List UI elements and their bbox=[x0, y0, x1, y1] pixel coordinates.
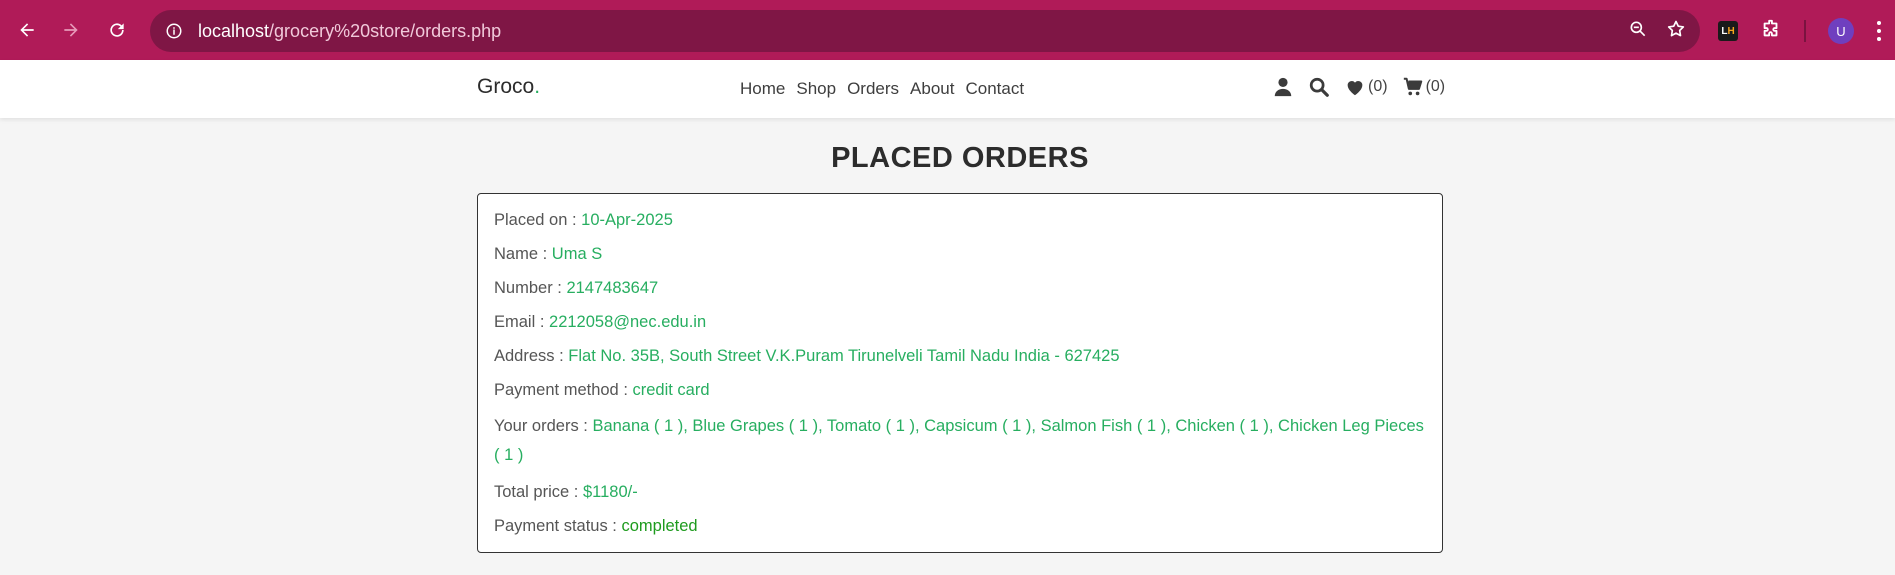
forward-button[interactable] bbox=[55, 14, 87, 46]
nav-about[interactable]: About bbox=[910, 79, 954, 99]
wishlist-link[interactable]: (0) bbox=[1344, 76, 1388, 98]
main-nav: Home Shop Orders About Contact bbox=[740, 79, 1024, 99]
info-icon[interactable] bbox=[164, 21, 184, 41]
total-value: $1180/- bbox=[582, 483, 638, 501]
reload-icon bbox=[110, 23, 124, 37]
site-logo[interactable]: Groco. bbox=[477, 75, 540, 99]
url-host: localhost bbox=[198, 20, 270, 41]
logo-text: Groco bbox=[477, 75, 535, 98]
lighthouse-extension-icon[interactable]: LH bbox=[1718, 21, 1738, 41]
payment-method-label: Payment method : bbox=[494, 381, 633, 399]
profile-avatar[interactable]: U bbox=[1828, 18, 1854, 44]
orders-label: Your orders : bbox=[494, 417, 593, 435]
order-placed-on: Placed on : 10-Apr-2025 bbox=[494, 208, 1426, 232]
order-card: Placed on : 10-Apr-2025 Name : Uma S Num… bbox=[477, 193, 1443, 553]
placed-on-value: 10-Apr-2025 bbox=[581, 211, 673, 229]
address-value: Flat No. 35B, South Street V.K.Puram Tir… bbox=[568, 347, 1120, 365]
name-label: Name : bbox=[494, 245, 552, 263]
placed-on-label: Placed on : bbox=[494, 211, 582, 229]
zoom-out-icon[interactable] bbox=[1628, 19, 1648, 44]
nav-shop[interactable]: Shop bbox=[796, 79, 836, 99]
status-label: Payment status : bbox=[494, 517, 622, 535]
star-icon[interactable] bbox=[1666, 19, 1686, 44]
url-text[interactable]: localhost/grocery%20store/orders.php bbox=[198, 21, 501, 42]
ext-label-h: H bbox=[1727, 25, 1735, 37]
number-label: Number : bbox=[494, 279, 567, 297]
order-payment-method: Payment method : credit card bbox=[494, 378, 1426, 402]
cart-link[interactable]: (0) bbox=[1402, 76, 1446, 98]
header-icons: (0) (0) bbox=[1272, 76, 1445, 98]
cart-count: (0) bbox=[1425, 78, 1446, 95]
orders-value: Banana ( 1 ), Blue Grapes ( 1 ), Tomato … bbox=[494, 417, 1424, 464]
status-value: completed bbox=[621, 517, 698, 535]
nav-orders[interactable]: Orders bbox=[847, 79, 899, 99]
heart-icon bbox=[1347, 81, 1363, 96]
search-icon[interactable] bbox=[1308, 76, 1330, 98]
cart-icon bbox=[1403, 77, 1422, 96]
puzzle-icon[interactable] bbox=[1760, 18, 1782, 45]
url-path: /grocery%20store/orders.php bbox=[269, 20, 502, 41]
nav-home[interactable]: Home bbox=[740, 79, 785, 99]
nav-contact[interactable]: Contact bbox=[965, 79, 1024, 99]
logo-dot: . bbox=[534, 75, 541, 98]
payment-method-value: credit card bbox=[632, 381, 710, 399]
order-payment-status: Payment status : completed bbox=[494, 514, 1426, 538]
order-number: Number : 2147483647 bbox=[494, 276, 1426, 300]
arrow-left-icon bbox=[20, 23, 34, 37]
toolbar-divider bbox=[1804, 20, 1806, 42]
name-value: Uma S bbox=[551, 245, 603, 263]
user-icon[interactable] bbox=[1272, 76, 1294, 98]
order-total: Total price : $1180/- bbox=[494, 480, 1426, 504]
number-value: 2147483647 bbox=[566, 279, 659, 297]
arrow-right-icon bbox=[64, 23, 78, 37]
email-label: Email : bbox=[494, 313, 550, 331]
order-email: Email : 2212058@nec.edu.in bbox=[494, 310, 1426, 334]
reload-button[interactable] bbox=[101, 14, 133, 46]
kebab-menu-icon[interactable] bbox=[1876, 21, 1882, 41]
address-label: Address : bbox=[494, 347, 569, 365]
browser-toolbar: localhost/grocery%20store/orders.php LH … bbox=[0, 0, 1895, 60]
email-value: 2212058@nec.edu.in bbox=[549, 313, 707, 331]
avatar-letter: U bbox=[1836, 23, 1846, 39]
site-header: Groco. Home Shop Orders About Contact (0… bbox=[0, 60, 1895, 118]
order-items: Your orders : Banana ( 1 ), Blue Grapes … bbox=[494, 412, 1426, 470]
wishlist-count: (0) bbox=[1368, 78, 1388, 95]
total-label: Total price : bbox=[494, 483, 583, 501]
order-address: Address : Flat No. 35B, South Street V.K… bbox=[494, 344, 1426, 368]
back-button[interactable] bbox=[11, 14, 43, 46]
page-title: PLACED ORDERS bbox=[831, 142, 1089, 174]
order-name: Name : Uma S bbox=[494, 242, 1426, 266]
address-bar[interactable]: localhost/grocery%20store/orders.php bbox=[150, 10, 1700, 52]
